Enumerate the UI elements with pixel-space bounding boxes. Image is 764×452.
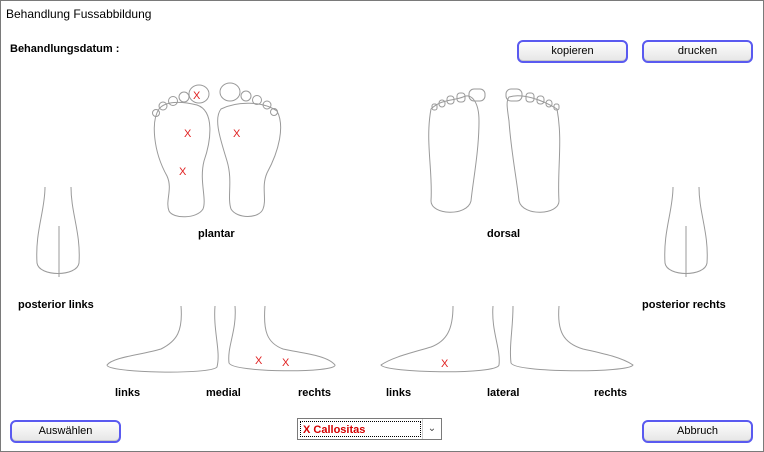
view-label-lateral-left: links (386, 387, 412, 399)
medial-view[interactable] (106, 305, 336, 373)
lateral-view[interactable] (380, 305, 634, 373)
marker-x: X (193, 90, 201, 102)
view-label-plantar: plantar (198, 228, 235, 240)
posterior-left-view[interactable] (36, 186, 80, 277)
cancel-button[interactable]: Abbruch (642, 420, 753, 443)
marker-x: X (184, 128, 192, 140)
marker-x: X (179, 166, 187, 178)
finding-dropdown[interactable]: X Callositas ⌄ (297, 418, 442, 440)
marker-x: X (441, 358, 449, 370)
marker-x: X (282, 357, 290, 369)
view-label-lateral: lateral (487, 387, 520, 399)
view-label-dorsal: dorsal (487, 228, 521, 240)
posterior-right-view[interactable] (664, 186, 708, 277)
marker-x: X (255, 355, 263, 367)
finding-dropdown-value: X Callositas (300, 421, 421, 437)
chevron-down-icon[interactable]: ⌄ (422, 419, 441, 439)
dorsal-view[interactable] (428, 88, 561, 213)
foot-diagram[interactable]: X X X X X X X (1, 1, 763, 401)
view-label-medial-left: links (115, 387, 141, 399)
plantar-view[interactable] (152, 82, 282, 218)
view-label-posterior-left: posterior links (18, 299, 94, 311)
view-label-lateral-right: rechts (594, 387, 628, 399)
view-label-medial: medial (206, 387, 241, 399)
view-label-posterior-right: posterior rechts (642, 299, 726, 311)
marker-x: X (233, 128, 241, 140)
select-button[interactable]: Auswählen (10, 420, 121, 443)
dialog-window: Behandlung Fussabbildung Behandlungsdatu… (0, 0, 764, 452)
view-label-medial-right: rechts (298, 387, 332, 399)
